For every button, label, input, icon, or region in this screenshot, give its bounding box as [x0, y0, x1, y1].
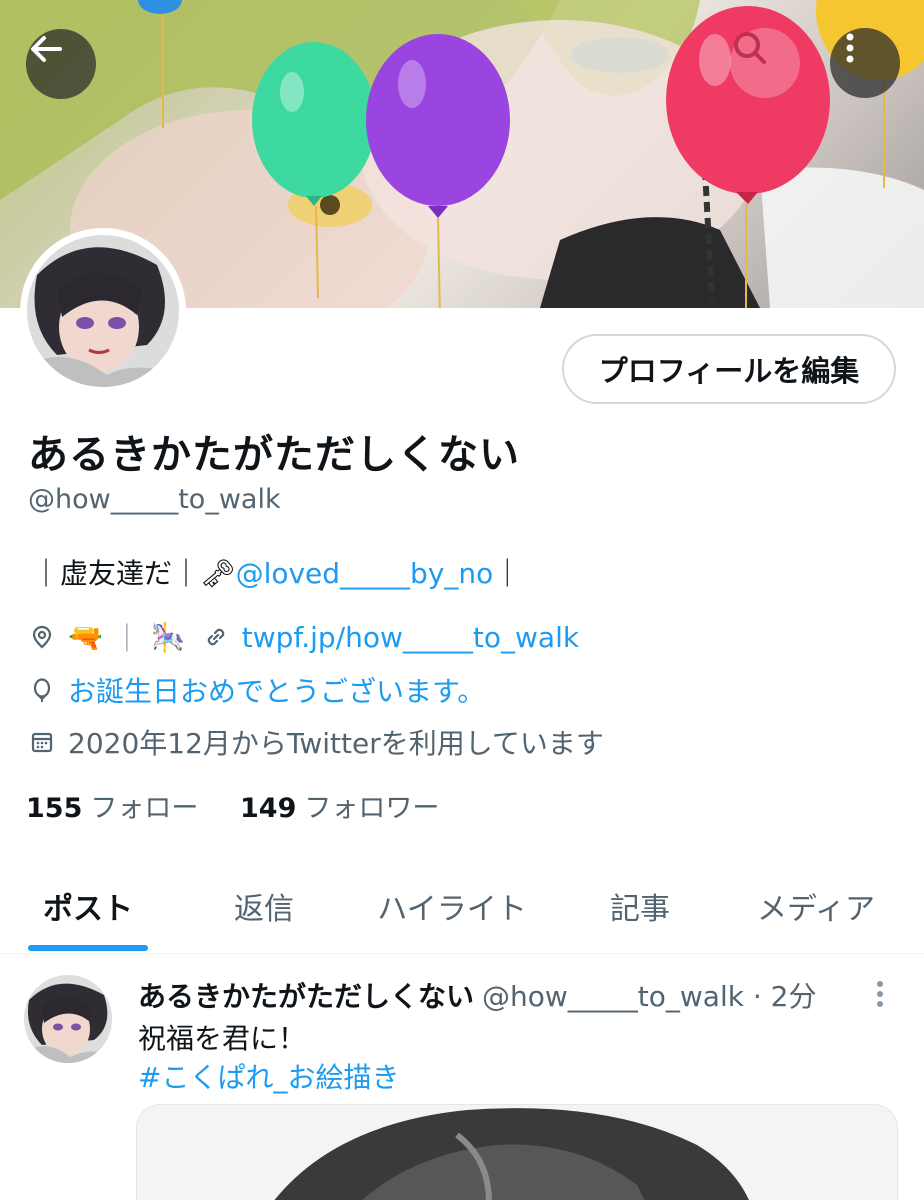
tab-articles[interactable]: 記事	[552, 858, 728, 954]
followers-count: 149	[240, 793, 297, 824]
website-link[interactable]: twpf.jp/how_____to_walk	[242, 621, 579, 654]
profile-meta-joined: 2020年12月からTwitterを利用しています	[28, 722, 604, 762]
avatar-image	[27, 235, 179, 387]
tab-media[interactable]: メディア	[728, 858, 904, 954]
post-more-button[interactable]	[868, 978, 892, 1012]
link-icon	[202, 623, 230, 651]
display-name: あるきかたがただしくない	[28, 432, 520, 478]
followers-link[interactable]: 149 フォロワー	[240, 786, 439, 825]
location-separator: ｜	[112, 622, 141, 655]
following-count: 155	[26, 793, 83, 824]
birthday-text[interactable]: お誕生日おめでとうございます。	[68, 670, 485, 710]
profile-meta-birthday: お誕生日おめでとうございます。	[28, 670, 485, 710]
bio-text-end: ｜	[493, 557, 522, 590]
bio: ｜虚友達だ｜🗝@loved_____by_no｜	[32, 552, 521, 592]
profile-tabs: ポスト 返信 ハイライト 記事 メディア	[0, 858, 924, 954]
edit-profile-button[interactable]: プロフィールを編集	[562, 334, 896, 404]
profile-avatar[interactable]	[20, 228, 186, 394]
back-arrow-icon	[31, 36, 62, 62]
back-button[interactable]	[26, 29, 96, 99]
post-media-image[interactable]	[136, 1104, 898, 1200]
tab-posts[interactable]: ポスト	[0, 858, 176, 954]
bio-mention-link[interactable]: @loved_____by_no	[236, 557, 494, 590]
profile-meta-location-website: 🔫 ｜ 🎠 twpf.jp/how_____to_walk	[28, 617, 579, 657]
joined-date: 2020年12月からTwitterを利用しています	[68, 727, 604, 760]
search-button[interactable]	[730, 28, 800, 98]
tab-highlights[interactable]: ハイライト	[352, 858, 552, 954]
location-emoji-carousel: 🎠	[150, 620, 186, 654]
balloon-icon	[28, 676, 56, 704]
user-handle: @how_____to_walk	[28, 484, 281, 515]
search-icon	[734, 32, 766, 64]
post-author-name[interactable]: あるきかたがただしくない	[138, 980, 474, 1013]
location-emoji-gun: 🔫	[68, 620, 103, 654]
tab-replies[interactable]: 返信	[176, 858, 352, 954]
post-author-avatar[interactable]	[24, 975, 112, 1063]
location-pin-icon	[28, 623, 56, 651]
more-vertical-icon	[846, 33, 854, 63]
key-emoji: 🗝	[200, 557, 236, 590]
bio-text: ｜虚友達だ｜	[32, 557, 201, 590]
post-text: 祝福を君に！	[138, 1022, 307, 1055]
post-author-handle-time[interactable]: @how_____to_walk · 2分	[482, 980, 816, 1013]
more-dots-icon	[877, 981, 883, 1007]
active-tab-indicator	[28, 945, 148, 951]
more-options-button[interactable]	[830, 28, 900, 98]
followers-label: フォロワー	[304, 793, 440, 824]
post-hashtag-link[interactable]: #こくぱれ_お絵描き	[138, 1056, 399, 1096]
following-link[interactable]: 155 フォロー	[26, 786, 198, 825]
calendar-icon	[28, 728, 56, 756]
following-label: フォロー	[90, 793, 199, 824]
post-header: あるきかたがただしくない @how_____to_walk · 2分	[138, 975, 816, 1015]
